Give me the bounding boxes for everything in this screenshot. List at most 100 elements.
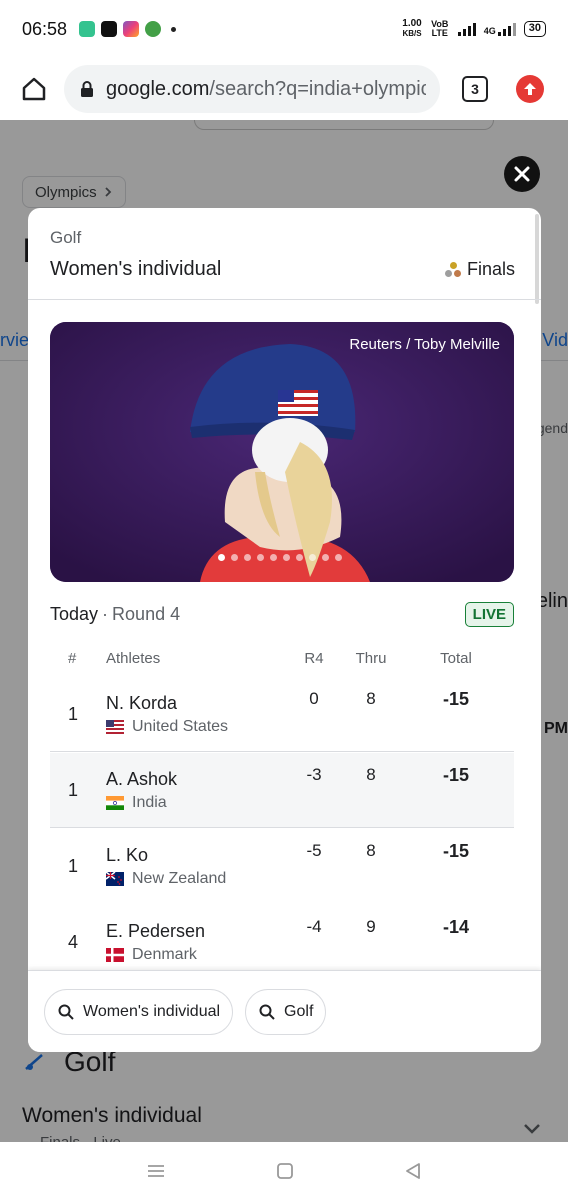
address-bar[interactable]: google.com/search?q=india+olympics xyxy=(64,65,440,113)
arrow-up-icon xyxy=(524,83,536,95)
carousel-dot[interactable] xyxy=(231,554,238,561)
home-button[interactable] xyxy=(16,71,52,107)
volte-indicator: VoB LTE xyxy=(431,19,449,38)
header-athletes: Athletes xyxy=(106,649,161,667)
india-flag-icon xyxy=(106,795,124,810)
notification-icons xyxy=(79,21,177,37)
row-total: -15 xyxy=(442,689,469,709)
athlete-cell: N. Korda United States xyxy=(106,693,292,736)
row-r4: -3 xyxy=(306,765,322,784)
sports-app-icon xyxy=(145,21,162,37)
round-row: Today · Round 4 LIVE xyxy=(50,600,514,628)
stage-text: Finals xyxy=(466,259,515,279)
battery-icon: 30 xyxy=(523,21,546,37)
carousel-dot[interactable] xyxy=(244,554,251,561)
row-thru: 8 xyxy=(366,765,376,784)
stage-label: Finals xyxy=(444,259,515,280)
table-row[interactable]: 4 E. Pedersen Denmark -4 9 -14 xyxy=(50,904,514,980)
country-name: India xyxy=(132,793,167,811)
close-icon xyxy=(514,166,530,182)
search-chip-golf[interactable]: Golf xyxy=(245,988,327,1035)
athlete-name: N. Korda xyxy=(106,692,178,713)
row-total: -15 xyxy=(442,841,469,861)
country-name: United States xyxy=(132,717,229,735)
country-name: Denmark xyxy=(132,946,197,963)
home-nav-icon[interactable] xyxy=(276,1162,294,1180)
speed-unit: KB/S xyxy=(402,29,422,38)
denmark-flag-icon xyxy=(106,948,124,962)
row-rank: 1 xyxy=(68,703,79,724)
edit-app-icon xyxy=(101,21,118,37)
round-separator: · xyxy=(102,603,109,624)
photo-credit: Reuters / Toby Melville xyxy=(349,336,500,353)
search-chip-womens-individual[interactable]: Women's individual xyxy=(44,988,234,1035)
us-flag-icon xyxy=(106,719,124,734)
recents-menu-icon[interactable] xyxy=(146,1163,166,1179)
row-rank: 4 xyxy=(68,932,79,952)
athlete-country: India xyxy=(106,794,292,812)
tab-switcher-button[interactable]: 3 xyxy=(462,76,488,102)
signal-4g-icon: 4G xyxy=(484,22,516,36)
search-icon xyxy=(259,1004,275,1020)
table-row[interactable]: 1 N. Korda United States 0 8 -15 xyxy=(50,676,514,752)
network-speed: 1.00 KB/S xyxy=(402,19,421,39)
athlete-name: L. Ko xyxy=(106,845,149,865)
carousel-dot[interactable] xyxy=(296,554,303,561)
round-day: Today xyxy=(50,603,99,624)
round-name: Round 4 xyxy=(112,603,181,624)
header-thru: Thru xyxy=(355,649,387,667)
country-name: New Zealand xyxy=(132,870,227,887)
lock-icon xyxy=(81,81,93,97)
athlete-name: E. Pedersen xyxy=(106,921,206,941)
more-notifications-icon xyxy=(171,26,177,32)
row-thru: 8 xyxy=(366,841,376,860)
golfer-image xyxy=(50,322,514,582)
signal-icon xyxy=(457,22,476,36)
table-row[interactable]: 1 L. Ko New Zealand -5 8 -15 xyxy=(50,828,514,904)
status-time: 06:58 xyxy=(22,18,68,39)
carousel-dot[interactable] xyxy=(283,554,290,561)
carousel-dot[interactable] xyxy=(309,554,316,561)
row-r4: -4 xyxy=(306,917,322,936)
carousel-dot[interactable] xyxy=(270,554,277,561)
back-nav-icon[interactable] xyxy=(404,1162,422,1180)
url-host: google.com xyxy=(106,77,210,100)
row-r4: -5 xyxy=(306,841,322,860)
live-badge: LIVE xyxy=(464,601,514,627)
athlete-cell: A. Ashok India xyxy=(106,769,292,812)
system-navigation-bar xyxy=(0,1142,568,1200)
search-icon xyxy=(58,1004,74,1020)
home-icon xyxy=(22,77,46,101)
header-rank: # xyxy=(68,649,77,667)
athlete-name: A. Ashok xyxy=(106,768,178,789)
table-header: # Athletes R4 Thru Total xyxy=(50,640,514,676)
header-r4: R4 xyxy=(304,649,324,667)
row-rank: 1 xyxy=(68,856,79,876)
header-total: Total xyxy=(440,649,472,667)
speed-value: 1.00 xyxy=(402,18,422,29)
url-path: /search?q=india+olympics xyxy=(209,77,426,100)
status-bar: 06:58 1.00 KB/S VoB LTE 4G 30 xyxy=(0,0,568,58)
row-rank: 1 xyxy=(68,779,79,800)
carousel-dot[interactable] xyxy=(257,554,264,561)
leaderboard-table: # Athletes R4 Thru Total 1 N. Korda Unit… xyxy=(50,640,514,980)
row-total: -14 xyxy=(442,917,469,937)
athlete-country: Denmark xyxy=(106,946,292,964)
athlete-country: United States xyxy=(106,718,292,736)
carousel-dot[interactable] xyxy=(335,554,342,561)
carousel-dot[interactable] xyxy=(218,554,225,561)
athlete-cell: L. Ko New Zealand xyxy=(106,845,292,888)
athlete-photo[interactable]: Reuters / Toby Melville xyxy=(50,322,514,582)
network-type: 4G xyxy=(483,26,496,36)
row-thru: 8 xyxy=(366,689,376,708)
carousel-indicator[interactable] xyxy=(218,554,342,561)
event-card: Golf Women's individual Finals Reuters /… xyxy=(28,208,541,1052)
browser-toolbar: google.com/search?q=india+olympics 3 xyxy=(0,58,568,120)
update-button[interactable] xyxy=(516,75,544,103)
carousel-dot[interactable] xyxy=(322,554,329,561)
row-thru: 9 xyxy=(366,917,376,936)
new-zealand-flag-icon xyxy=(106,872,124,886)
close-button[interactable] xyxy=(504,156,540,192)
card-header: Golf Women's individual Finals xyxy=(28,208,541,300)
table-row[interactable]: 1 A. Ashok India -3 8 -15 xyxy=(50,752,514,828)
